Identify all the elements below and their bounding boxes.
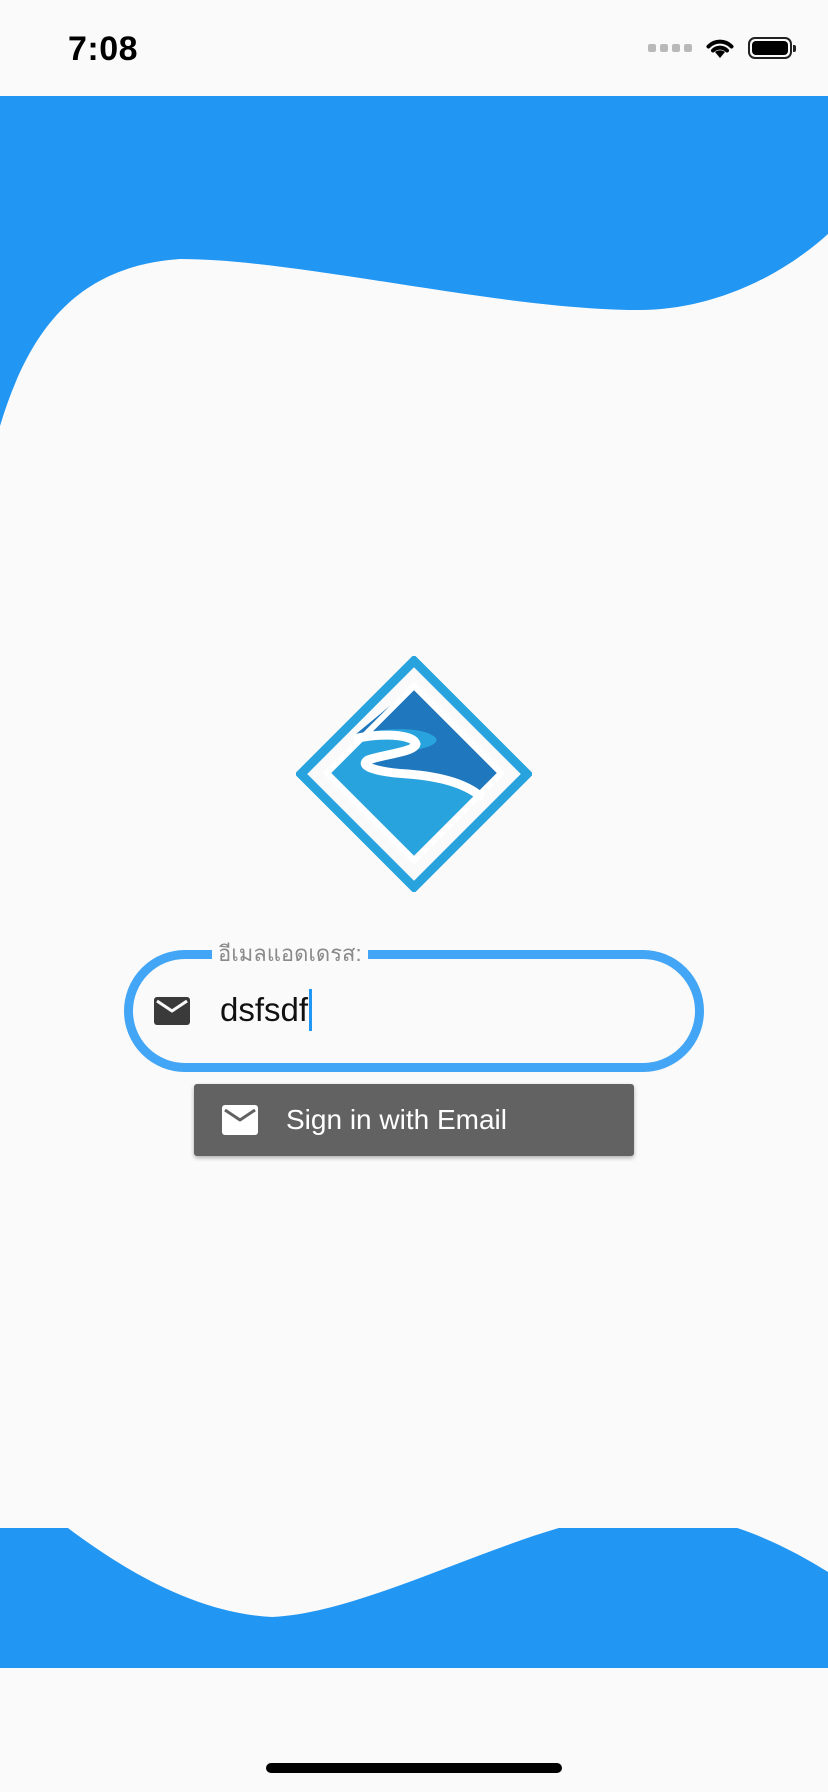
home-indicator[interactable] xyxy=(266,1763,562,1773)
text-caret xyxy=(309,989,313,1031)
app-logo xyxy=(296,656,532,892)
email-field-label: อีเมลแอดเดรส: xyxy=(212,940,368,968)
status-bar: 7:08 xyxy=(0,0,828,96)
sign-in-button-label: Sign in with Email xyxy=(286,1104,507,1135)
wifi-icon xyxy=(706,39,734,58)
bottom-wave-decoration xyxy=(0,1528,828,1724)
battery-icon xyxy=(748,37,796,59)
status-indicators xyxy=(648,36,796,60)
mail-icon xyxy=(154,997,190,1025)
mail-icon xyxy=(222,1105,258,1135)
status-time: 7:08 xyxy=(68,30,139,68)
cellular-signal-icon xyxy=(648,44,692,52)
email-input-value[interactable]: dsfsdf xyxy=(220,988,313,1032)
email-input-text: dsfsdf xyxy=(220,991,309,1028)
login-screen: 7:08 อีเมลแอดเดรส: dsfsdf Sign in with E… xyxy=(0,0,828,1792)
top-wave-decoration xyxy=(0,96,828,426)
sign-in-with-email-button[interactable]: Sign in with Email xyxy=(194,1084,634,1156)
email-field[interactable] xyxy=(124,950,704,1072)
